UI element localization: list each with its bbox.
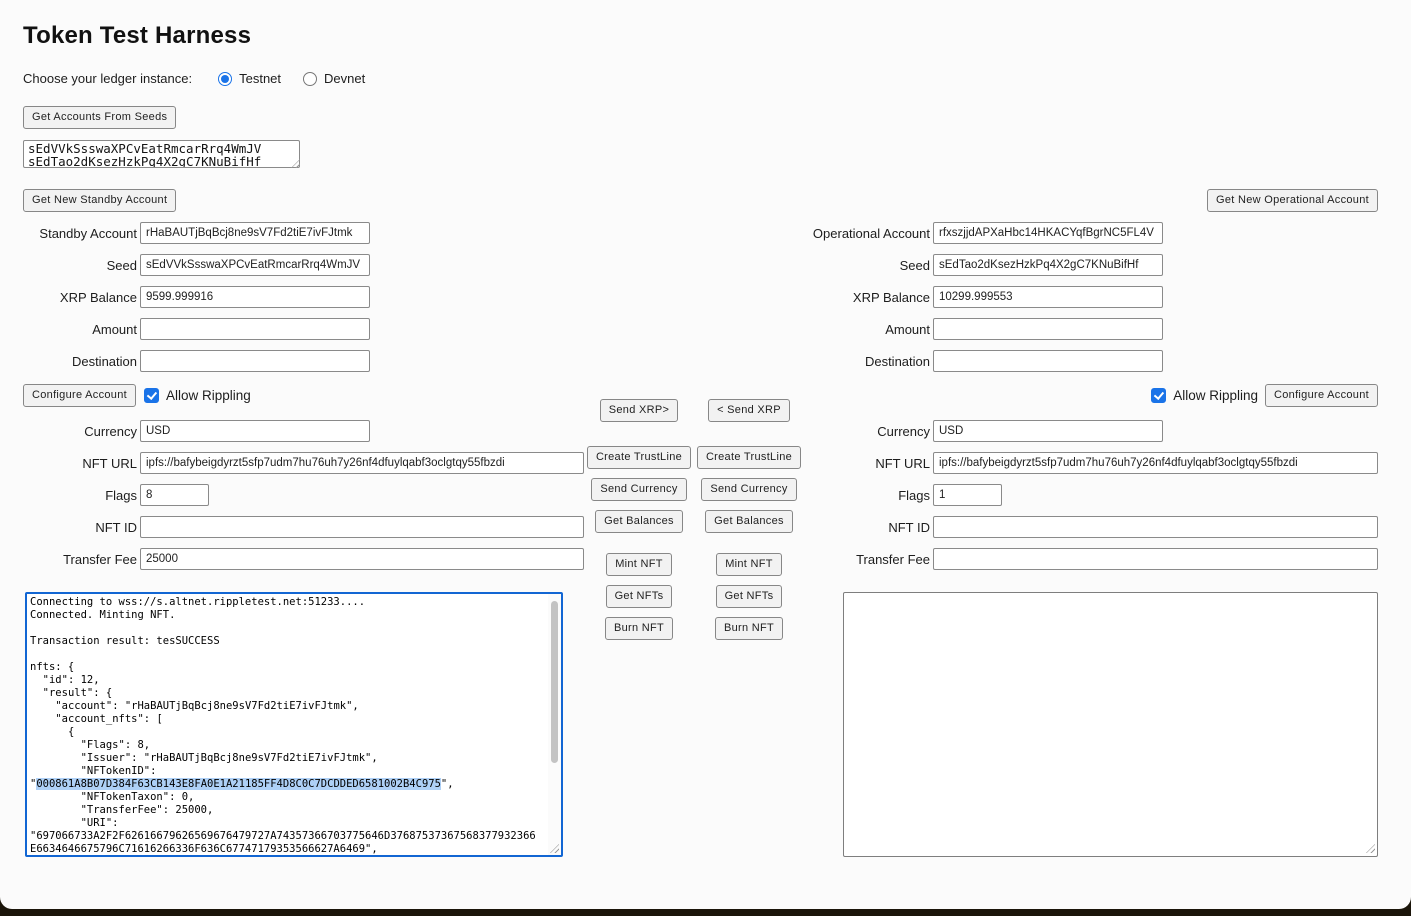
standby-get-balances-button[interactable]: Get Balances <box>595 510 683 533</box>
standby-destination-input[interactable] <box>140 350 370 372</box>
standby-mint-nft-button[interactable]: Mint NFT <box>606 553 672 576</box>
operational-destination-input[interactable] <box>933 350 1163 372</box>
standby-currency-label: Currency <box>23 424 140 439</box>
seeds-textarea[interactable]: sEdVVkSsswaXPCvEatRmcarRrq4WmJV sEdTao2d… <box>23 140 300 168</box>
operational-send-currency-button[interactable]: Send Currency <box>701 478 796 501</box>
get-accounts-from-seeds-button[interactable]: Get Accounts From Seeds <box>23 106 176 129</box>
standby-send-xrp-button[interactable]: Send XRP> <box>600 399 679 422</box>
devnet-radio[interactable] <box>303 72 317 86</box>
operational-flags-label: Flags <box>800 488 933 503</box>
operational-amount-label: Amount <box>800 322 933 337</box>
testnet-radio[interactable] <box>218 72 232 86</box>
devnet-radio-option[interactable]: Devnet <box>303 71 365 86</box>
standby-transfer-fee-label: Transfer Fee <box>23 552 140 567</box>
operational-transfer-fee-label: Transfer Fee <box>800 552 933 567</box>
standby-flags-input[interactable] <box>140 484 209 506</box>
standby-burn-nft-button[interactable]: Burn NFT <box>605 617 673 640</box>
devnet-radio-label[interactable]: Devnet <box>324 71 365 86</box>
operational-nft-url-input[interactable] <box>933 452 1378 474</box>
standby-amount-label: Amount <box>23 322 140 337</box>
operational-actions-column: < Send XRP Create TrustLine Send Currenc… <box>694 399 804 649</box>
standby-results-log[interactable]: Connecting to wss://s.altnet.rippletest.… <box>25 592 563 857</box>
get-new-standby-account-button[interactable]: Get New Standby Account <box>23 189 176 212</box>
standby-currency-input[interactable] <box>140 420 370 442</box>
testnet-radio-option[interactable]: Testnet <box>218 71 281 86</box>
operational-destination-label: Destination <box>800 354 933 369</box>
standby-allow-rippling-checkbox[interactable] <box>144 388 159 403</box>
operational-currency-label: Currency <box>800 424 933 439</box>
standby-account-label: Standby Account <box>23 226 140 241</box>
standby-nft-url-label: NFT URL <box>23 456 140 471</box>
operational-create-trustline-button[interactable]: Create TrustLine <box>697 446 801 469</box>
operational-currency-input[interactable] <box>933 420 1163 442</box>
standby-allow-rippling-label[interactable]: Allow Rippling <box>166 388 251 403</box>
standby-get-nfts-button[interactable]: Get NFTs <box>606 585 673 608</box>
operational-account-input[interactable] <box>933 222 1163 244</box>
standby-account-section: Standby Account Seed XRP Balance Amount … <box>23 222 584 580</box>
operational-configure-account-button[interactable]: Configure Account <box>1265 384 1378 407</box>
standby-destination-label: Destination <box>23 354 140 369</box>
standby-account-input[interactable] <box>140 222 370 244</box>
log-scrollbar-thumb[interactable] <box>551 601 558 763</box>
standby-configure-account-button[interactable]: Configure Account <box>23 384 136 407</box>
standby-seed-label: Seed <box>23 258 140 273</box>
operational-xrp-balance-label: XRP Balance <box>800 290 933 305</box>
standby-transfer-fee-input[interactable] <box>140 548 584 570</box>
standby-results-log-text: Connecting to wss://s.altnet.rippletest.… <box>30 596 546 853</box>
operational-nft-id-input[interactable] <box>933 516 1378 538</box>
operational-seed-label: Seed <box>800 258 933 273</box>
log-scrollbar <box>548 594 561 855</box>
get-new-operational-account-button[interactable]: Get New Operational Account <box>1207 189 1378 212</box>
operational-seed-input[interactable] <box>933 254 1163 276</box>
standby-xrp-balance-label: XRP Balance <box>23 290 140 305</box>
operational-transfer-fee-input[interactable] <box>933 548 1378 570</box>
standby-nft-id-label: NFT ID <box>23 520 140 535</box>
operational-get-balances-button[interactable]: Get Balances <box>705 510 793 533</box>
operational-amount-input[interactable] <box>933 318 1163 340</box>
operational-nft-id-label: NFT ID <box>800 520 933 535</box>
operational-burn-nft-button[interactable]: Burn NFT <box>715 617 783 640</box>
operational-flags-input[interactable] <box>933 484 1002 506</box>
standby-nft-id-input[interactable] <box>140 516 584 538</box>
standby-actions-column: Send XRP> Create TrustLine Send Currency… <box>584 399 694 649</box>
standby-create-trustline-button[interactable]: Create TrustLine <box>587 446 691 469</box>
standby-seed-input[interactable] <box>140 254 370 276</box>
operational-allow-rippling-label[interactable]: Allow Rippling <box>1173 388 1258 403</box>
operational-mint-nft-button[interactable]: Mint NFT <box>716 553 782 576</box>
ledger-instance-row: Choose your ledger instance: Testnet Dev… <box>23 70 387 87</box>
operational-results-textarea[interactable] <box>843 592 1378 857</box>
operational-account-label: Operational Account <box>800 226 933 241</box>
token-test-harness-page: Token Test Harness Choose your ledger in… <box>0 0 1411 909</box>
standby-amount-input[interactable] <box>140 318 370 340</box>
operational-nft-url-label: NFT URL <box>800 456 933 471</box>
standby-flags-label: Flags <box>23 488 140 503</box>
standby-send-currency-button[interactable]: Send Currency <box>591 478 686 501</box>
page-title: Token Test Harness <box>23 22 251 50</box>
operational-get-nfts-button[interactable]: Get NFTs <box>716 585 783 608</box>
operational-send-xrp-button[interactable]: < Send XRP <box>708 399 790 422</box>
nftoken-id-selection: 000861A8B07D384F63CB143E8FA0E1A21185FF4D… <box>36 778 441 790</box>
operational-xrp-balance-input[interactable] <box>933 286 1163 308</box>
standby-xrp-balance-input[interactable] <box>140 286 370 308</box>
testnet-radio-label[interactable]: Testnet <box>239 71 281 86</box>
ledger-instance-prompt: Choose your ledger instance: <box>23 71 192 86</box>
standby-nft-url-input[interactable] <box>140 452 584 474</box>
operational-allow-rippling-checkbox[interactable] <box>1151 388 1166 403</box>
operational-account-section: Operational Account Seed XRP Balance Amo… <box>800 222 1378 580</box>
log-text-before-selection: Connecting to wss://s.altnet.rippletest.… <box>30 596 378 790</box>
